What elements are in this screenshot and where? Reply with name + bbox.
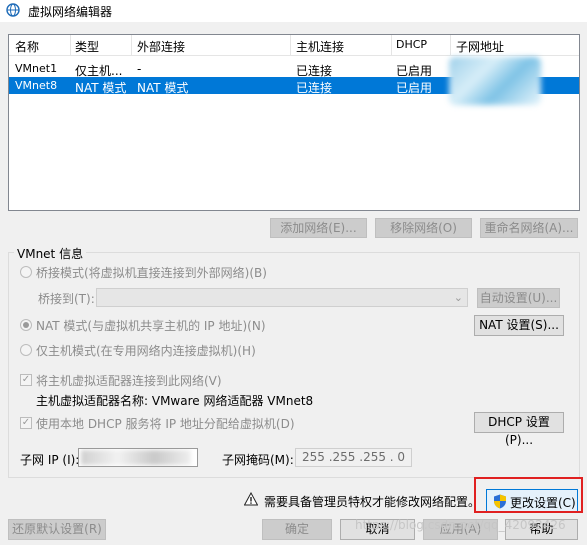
- column-header-host[interactable]: 主机连接: [296, 38, 344, 55]
- bridge-mode-label: 桥接模式(将虚拟机直接连接到外部网络)(B): [36, 266, 267, 280]
- network-globe-icon: [6, 3, 20, 17]
- host-only-radio[interactable]: [20, 344, 32, 356]
- remove-network-button[interactable]: 移除网络(O): [375, 218, 472, 238]
- subnet-mask-label: 子网掩码(M):: [222, 453, 294, 467]
- subnet-ip-label: 子网 IP (I):: [20, 453, 80, 467]
- vmnet-info-label: VMnet 信息: [14, 245, 87, 262]
- add-network-button[interactable]: 添加网络(E)...: [270, 218, 367, 238]
- column-header-subnet[interactable]: 子网地址: [456, 38, 504, 55]
- chevron-down-icon: ⌄: [453, 291, 463, 304]
- cell-type: NAT 模式: [75, 81, 127, 95]
- column-header-name[interactable]: 名称: [15, 38, 39, 55]
- rename-network-button[interactable]: 重命名网络(A)...: [480, 218, 578, 238]
- bridge-to-label: 桥接到(T):: [38, 292, 95, 306]
- highlight-frame: [474, 477, 583, 513]
- restore-defaults-button[interactable]: 还原默认设置(R): [8, 519, 106, 540]
- cell-host: 已连接: [296, 81, 333, 95]
- cell-name: VMnet8: [15, 79, 58, 92]
- auto-settings-button[interactable]: 自动设置(U)...: [477, 288, 560, 308]
- connect-adapter-label: 将主机虚拟适配器连接到此网络(V): [36, 374, 222, 388]
- admin-notice-text: 需要具备管理员特权才能修改网络配置。: [264, 495, 481, 509]
- column-header-dhcp[interactable]: DHCP: [396, 38, 427, 51]
- nat-mode-radio[interactable]: [20, 319, 32, 331]
- dhcp-settings-button[interactable]: DHCP 设置(P)...: [474, 412, 564, 447]
- subnet-ip-field[interactable]: [78, 448, 198, 467]
- cell-dhcp: 已启用: [396, 81, 433, 95]
- cell-name: VMnet1: [15, 62, 58, 75]
- warning-icon: [244, 492, 258, 506]
- watermark-text: https://blog.csdn.net/qq_42092426: [355, 518, 566, 532]
- network-table[interactable]: 名称 类型 外部连接 主机连接 DHCP 子网地址 VMnet1 仅主机... …: [8, 34, 580, 211]
- adapter-name-text: 主机虚拟适配器名称: VMware 网络适配器 VMnet8: [36, 394, 314, 408]
- connect-adapter-checkbox[interactable]: ✓: [20, 374, 32, 386]
- ok-button[interactable]: 确定: [262, 519, 332, 540]
- column-header-type[interactable]: 类型: [75, 38, 99, 55]
- title-bar: 虚拟网络编辑器: [0, 0, 587, 22]
- window-title: 虚拟网络编辑器: [28, 5, 113, 19]
- table-header: 名称 类型 外部连接 主机连接 DHCP 子网地址: [9, 35, 579, 56]
- bridge-mode-radio[interactable]: [20, 266, 32, 278]
- vmnet-info-group: [8, 252, 580, 478]
- bridge-to-select[interactable]: ⌄: [96, 288, 468, 307]
- cell-external: NAT 模式: [137, 81, 189, 95]
- column-header-external[interactable]: 外部连接: [137, 38, 185, 55]
- subnet-ip-redaction-blur: [81, 450, 191, 465]
- nat-settings-button[interactable]: NAT 设置(S)...: [474, 315, 564, 336]
- subnet-redaction-blur: [449, 57, 541, 105]
- host-only-label: 仅主机模式(在专用网络内连接虚拟机)(H): [36, 344, 256, 358]
- subnet-mask-field[interactable]: 255 .255 .255 . 0: [295, 448, 412, 467]
- nat-mode-label: NAT 模式(与虚拟机共享主机的 IP 地址)(N): [36, 319, 266, 333]
- use-dhcp-label: 使用本地 DHCP 服务将 IP 地址分配给虚拟机(D): [36, 417, 295, 431]
- use-dhcp-checkbox[interactable]: ✓: [20, 417, 32, 429]
- cell-external: -: [137, 62, 142, 76]
